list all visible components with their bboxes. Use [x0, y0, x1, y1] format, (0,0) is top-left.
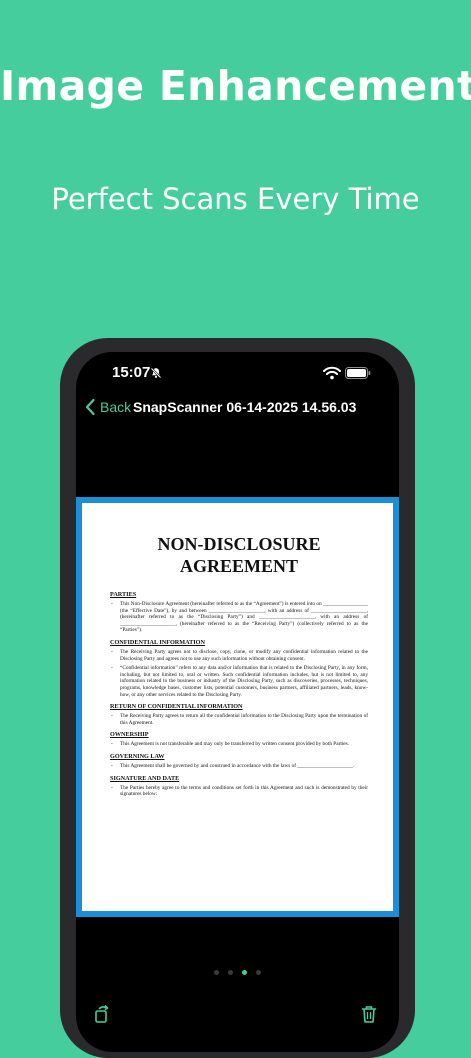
section-heading: PARTIES [110, 591, 137, 598]
promo-subheadline: Perfect Scans Every Time [51, 182, 420, 216]
section-paragraph: This Agreement is not transferable and m… [110, 741, 368, 748]
page-dot[interactable] [214, 970, 219, 975]
trash-icon[interactable] [361, 1004, 377, 1024]
document-content: NON-DISCLOSURE AGREEMENT PARTIES This Non… [110, 533, 368, 801]
chevron-left-icon [85, 398, 95, 416]
document-sections: PARTIES This Non-Disclosure Agreement (he… [110, 591, 368, 798]
section-heading: SIGNATURE AND DATE [110, 774, 180, 782]
wifi-icon [323, 366, 341, 380]
section-paragraph: “Confidential information” refers to any… [110, 665, 368, 698]
nav-title: SnapScanner 06-14-2025 14.56.03 [133, 399, 357, 415]
rotate-icon[interactable] [94, 1004, 110, 1024]
page-dot[interactable] [242, 970, 247, 975]
status-time: 15:07 [112, 364, 151, 381]
document-title: NON-DISCLOSURE AGREEMENT [157, 534, 321, 576]
bell-slash-icon [150, 367, 162, 379]
section-heading: GOVERNING LAW [110, 752, 165, 760]
section-paragraph: This Agreement shall be governed by and … [110, 763, 368, 770]
section-paragraph: The Receiving Party agrees not to disclo… [110, 649, 368, 662]
document-page: NON-DISCLOSURE AGREEMENT PARTIES This Non… [82, 503, 393, 911]
promo-headline: Image Enhancement [0, 62, 471, 110]
section-heading: RETURN OF CONFIDENTIAL INFORMATION [110, 703, 243, 711]
page-indicator [76, 970, 399, 976]
section-paragraph: This Non-Disclosure Agreement (hereinaft… [110, 601, 368, 634]
navigation-bar: Back SnapScanner 06-14-2025 14.56.03 [76, 398, 399, 422]
phone-screen: 15:07 Back SnapScanner 06-14-2025 14.56.… [76, 352, 399, 1052]
section-paragraph: The Parties hereby agree to the terms an… [110, 785, 368, 798]
section-paragraph: The Receiving Party agrees to return all… [110, 713, 368, 726]
page-dot[interactable] [256, 970, 261, 975]
battery-icon [345, 367, 371, 379]
back-button[interactable]: Back [84, 398, 131, 416]
page-dot[interactable] [228, 970, 233, 975]
status-bar: 15:07 [76, 364, 399, 386]
scan-preview[interactable]: NON-DISCLOSURE AGREEMENT PARTIES This Non… [76, 497, 399, 917]
back-label: Back [100, 399, 132, 415]
section-heading: OWNERSHIP [110, 731, 149, 739]
section-heading: CONFIDENTIAL INFORMATION [110, 638, 205, 646]
